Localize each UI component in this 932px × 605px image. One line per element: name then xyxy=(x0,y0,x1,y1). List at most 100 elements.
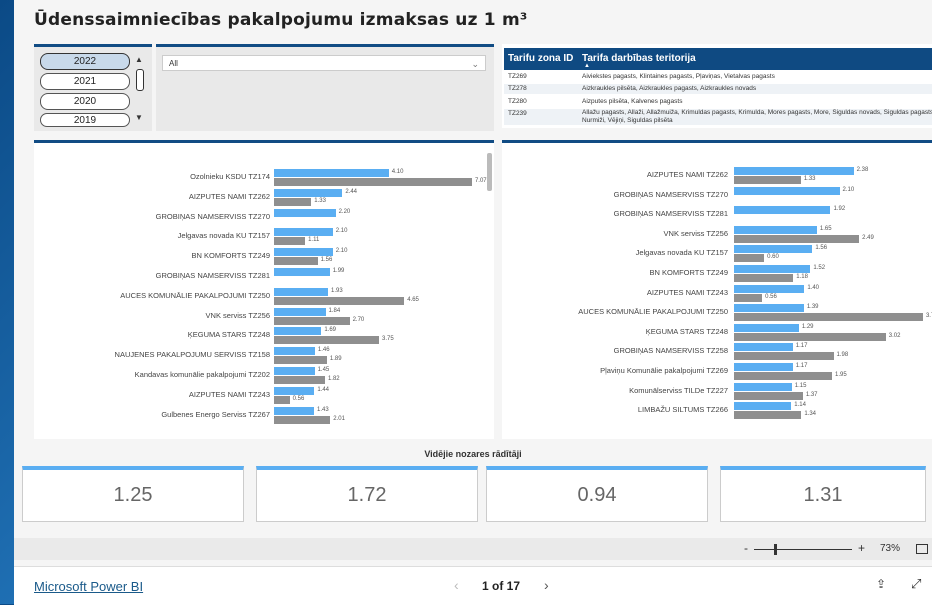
bar[interactable] xyxy=(734,254,765,263)
year-option-2020[interactable]: 2020 xyxy=(40,93,130,110)
table-row[interactable]: TZ278 Aizkraukles pilsēta, Aizkraukles p… xyxy=(504,84,932,94)
chart-scrollbar[interactable] xyxy=(487,153,492,191)
next-page-button[interactable]: › xyxy=(544,577,549,593)
col-header-territory[interactable]: Tarifa darbības teritorija xyxy=(582,53,696,64)
bar[interactable] xyxy=(274,188,343,197)
zoom-in-button[interactable]: + xyxy=(858,541,865,555)
table-row[interactable]: TZ239 Allažu pagasts, Allaži, Allažmuiža… xyxy=(504,109,932,125)
table-row[interactable]: TZ280 Aizputes pilsēta, Kalvenes pagasts xyxy=(504,97,932,107)
bar[interactable] xyxy=(274,395,290,404)
zoom-slider-handle[interactable] xyxy=(774,544,777,555)
data-label: 1.40 xyxy=(807,284,820,291)
bar[interactable] xyxy=(734,186,840,195)
data-label: 1.98 xyxy=(836,352,849,359)
category-label: Pļaviņu Komunālie pakalpojumi TZ269 xyxy=(600,366,728,375)
bar[interactable] xyxy=(274,327,322,336)
bar[interactable] xyxy=(274,376,325,384)
bar[interactable] xyxy=(734,411,802,420)
bar[interactable] xyxy=(274,248,333,257)
cell-zone-id: TZ280 xyxy=(508,98,527,105)
bar[interactable] xyxy=(734,343,793,352)
bar[interactable] xyxy=(734,363,793,371)
bar[interactable] xyxy=(274,208,336,217)
category-label: BN KOMFORTS TZ249 xyxy=(649,268,729,277)
bar[interactable] xyxy=(274,415,331,424)
zoom-slider-track[interactable] xyxy=(754,549,852,550)
bar[interactable] xyxy=(274,296,405,305)
bar[interactable] xyxy=(734,391,803,400)
share-icon[interactable]: ⇪ xyxy=(876,577,886,591)
data-label: 1.93 xyxy=(331,287,343,294)
bar[interactable] xyxy=(734,176,801,184)
bar[interactable] xyxy=(734,372,832,380)
category-label: GROBIŅAS NAMSERVISS TZ258 xyxy=(613,346,728,356)
bar[interactable] xyxy=(734,206,831,215)
bar[interactable] xyxy=(274,307,326,316)
bar[interactable] xyxy=(274,367,315,375)
year-option-2022[interactable]: 2022 xyxy=(40,53,130,70)
bar[interactable] xyxy=(734,234,860,243)
bar[interactable] xyxy=(734,284,805,293)
bar[interactable] xyxy=(274,257,318,266)
filter-dropdown[interactable]: All ⌄ xyxy=(162,55,486,71)
bar[interactable] xyxy=(734,332,886,341)
section-title: Vidējie nozares rādītāji xyxy=(424,449,522,459)
bar[interactable] xyxy=(734,323,799,332)
bar[interactable] xyxy=(734,225,817,234)
data-label: 1.17 xyxy=(795,363,808,369)
bar[interactable] xyxy=(274,336,379,345)
table-row[interactable]: TZ269 Aiviekstes pagasts, Klintaines pag… xyxy=(504,72,932,82)
data-label: 1.56 xyxy=(815,245,828,252)
bar[interactable] xyxy=(734,265,811,273)
category-label: LIMBAŽU SILTUMS TZ266 xyxy=(637,405,728,415)
category-label: AUCES KOMUNĀLIE PAKALPOJUMI TZ250 xyxy=(578,307,728,317)
bar[interactable] xyxy=(734,402,792,411)
bar[interactable] xyxy=(734,352,834,361)
kpi-value: 1.25 xyxy=(113,484,153,506)
bar[interactable] xyxy=(734,293,763,302)
data-label: 1.82 xyxy=(327,376,340,382)
fullscreen-icon[interactable]: ⤢ xyxy=(911,576,921,592)
category-label: VNK serviss TZ256 xyxy=(205,310,270,320)
bar[interactable] xyxy=(734,167,854,175)
data-label: 1.46 xyxy=(317,347,330,354)
bar[interactable] xyxy=(274,406,315,415)
bar[interactable] xyxy=(274,197,312,206)
bar[interactable] xyxy=(274,178,472,186)
bar[interactable] xyxy=(734,313,923,322)
bar[interactable] xyxy=(734,382,792,391)
data-label: 1.33 xyxy=(803,176,816,182)
scroll-down-icon[interactable]: ▼ xyxy=(135,113,143,122)
power-bi-link[interactable]: Microsoft Power BI xyxy=(34,579,143,594)
bar[interactable] xyxy=(274,386,315,395)
dropdown-value: All xyxy=(169,59,178,68)
year-option-2019[interactable]: 2019 xyxy=(40,113,130,127)
slicer-scrollbar[interactable] xyxy=(136,69,144,91)
bar[interactable] xyxy=(274,316,350,325)
category-label: Ozolnieku KSDU TZ174 xyxy=(190,172,270,181)
year-option-2021[interactable]: 2021 xyxy=(40,73,130,90)
bar[interactable] xyxy=(734,274,794,282)
scroll-up-icon[interactable]: ▲ xyxy=(135,55,143,64)
bar[interactable] xyxy=(274,268,330,276)
bar[interactable] xyxy=(274,169,389,177)
fit-to-page-icon[interactable] xyxy=(916,544,928,554)
bar[interactable] xyxy=(734,304,804,313)
category-label: ĶEGUMA STARS TZ248 xyxy=(187,330,270,340)
data-label: 1.52 xyxy=(813,265,826,271)
bar[interactable] xyxy=(274,237,306,246)
data-label: 7.07 xyxy=(474,178,487,184)
col-header-zone-id[interactable]: Tarifu zona ID xyxy=(508,53,573,64)
bar[interactable] xyxy=(274,228,333,237)
category-label: GROBIŅAS NAMSERVISS TZ270 xyxy=(155,211,270,221)
zoom-out-button[interactable]: - xyxy=(744,541,748,555)
bar[interactable] xyxy=(274,287,329,296)
bar[interactable] xyxy=(274,347,315,356)
data-label: 1.11 xyxy=(308,237,320,244)
data-label: 1.18 xyxy=(796,274,808,280)
bar[interactable] xyxy=(734,245,813,254)
bar[interactable] xyxy=(274,356,327,365)
prev-page-button[interactable]: ‹ xyxy=(454,577,459,593)
data-label: 2.70 xyxy=(352,316,365,323)
kpi-card-3: 0.94 xyxy=(486,466,708,522)
